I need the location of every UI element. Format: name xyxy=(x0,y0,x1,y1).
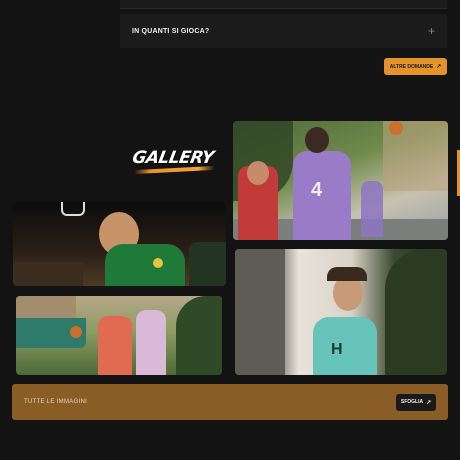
jersey-number-shape: 4 xyxy=(311,179,323,201)
gallery-photo-player-teal-jersey[interactable]: H xyxy=(235,249,447,375)
hoop-shape xyxy=(61,202,85,216)
gallery-photo-player-4-purple[interactable]: 4 xyxy=(233,121,448,240)
player-orange-shape xyxy=(98,316,132,375)
player-teal-jersey-shape xyxy=(313,317,377,375)
tree-shape xyxy=(176,296,222,375)
arrow-up-right-icon: ↗ xyxy=(436,64,442,70)
all-images-banner: TUTTE LE IMMAGINI SFOGLIA ↗ xyxy=(12,384,448,420)
building-shape xyxy=(16,296,76,318)
player-green-jersey-shape xyxy=(105,244,185,286)
crowd-shape xyxy=(13,262,83,286)
gallery-title-text: GALLERY xyxy=(130,148,216,168)
gallery-photo-player-green-jersey[interactable] xyxy=(13,202,226,286)
player-red-head-shape xyxy=(247,161,269,185)
faq-question: IN QUANTI SI GIOCA? xyxy=(132,27,210,35)
basketball-shape xyxy=(70,326,82,338)
gallery-title: GALLERY xyxy=(130,148,231,175)
browse-label: SFOGLIA xyxy=(400,399,424,405)
all-images-label: TUTTE LE IMMAGINI xyxy=(24,399,88,405)
browse-button[interactable]: SFOGLIA ↗ xyxy=(396,393,436,411)
basketball-shape xyxy=(389,121,403,135)
tree-shape xyxy=(385,249,447,375)
player-background-shape xyxy=(189,242,226,286)
jersey-logo-shape xyxy=(153,258,163,268)
more-questions-label: ALTRE DOMANDE xyxy=(389,63,434,70)
player-pink-shape xyxy=(136,310,166,375)
concrete-pillar-shape xyxy=(235,249,285,375)
player-background-shape xyxy=(361,181,383,237)
gallery-photo-players-outdoor-court[interactable] xyxy=(16,296,222,375)
plus-icon[interactable]: + xyxy=(428,25,435,37)
faq-item[interactable]: IN QUANTI SI GIOCA? + xyxy=(120,14,447,48)
arrow-up-right-icon: ↗ xyxy=(426,399,432,406)
jersey-number-shape: H xyxy=(331,341,343,358)
faq-item-previous[interactable] xyxy=(120,0,447,9)
more-questions-button[interactable]: ALTRE DOMANDE ↗ xyxy=(384,58,447,75)
player-purple-head-shape xyxy=(305,127,329,153)
player-hair-shape xyxy=(327,267,367,281)
